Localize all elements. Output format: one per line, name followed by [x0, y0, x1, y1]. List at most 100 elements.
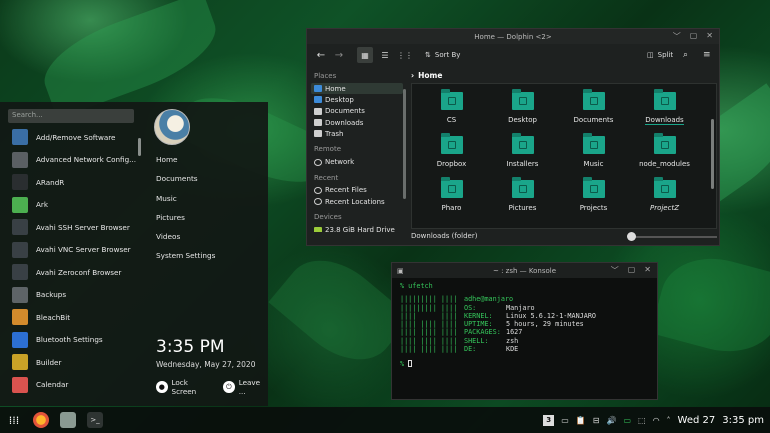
- search-icon[interactable]: ⌕: [683, 47, 688, 63]
- sort-button[interactable]: ⇅ Sort By: [425, 47, 460, 63]
- leave-icon[interactable]: ⏻: [223, 381, 235, 393]
- lock-icon[interactable]: ●: [156, 381, 168, 393]
- launcher-place-system-settings[interactable]: System Settings: [156, 251, 215, 270]
- status-bar: Downloads (folder): [411, 229, 717, 243]
- updates-icon[interactable]: ⬚: [638, 416, 646, 425]
- file-grid-scrollbar[interactable]: [711, 119, 714, 189]
- terminal-command-line: % ufetch: [400, 282, 649, 290]
- folder-item[interactable]: Desktop: [487, 89, 558, 136]
- app-list-item[interactable]: Avahi SSH Server Browser: [8, 216, 138, 239]
- app-list-item[interactable]: Advanced Network Config...: [8, 149, 138, 172]
- close-icon[interactable]: ✕: [706, 31, 713, 42]
- app-list-item[interactable]: Avahi Zeroconf Browser: [8, 261, 138, 284]
- launcher-place-documents[interactable]: Documents: [156, 174, 215, 193]
- app-list-item[interactable]: ARandR: [8, 171, 138, 194]
- app-list-item[interactable]: Add/Remove Software: [8, 126, 138, 149]
- display-icon[interactable]: ⊟: [593, 416, 600, 425]
- folder-item[interactable]: Installers: [487, 133, 558, 180]
- folder-item[interactable]: Documents: [558, 89, 629, 136]
- launcher-place-pictures[interactable]: Pictures: [156, 213, 215, 232]
- app-launcher-icon[interactable]: ⁞⁞⁞: [6, 412, 22, 428]
- storage-icon[interactable]: ▭: [561, 416, 569, 425]
- folder-item[interactable]: Dropbox: [416, 133, 487, 180]
- app-list-item-label: Ark: [36, 200, 49, 210]
- launcher-place-home[interactable]: Home: [156, 155, 215, 174]
- folder-item[interactable]: ProjectZ: [629, 177, 700, 224]
- folder-item[interactable]: Downloads: [629, 89, 700, 136]
- breadcrumb[interactable]: › Home: [411, 69, 717, 81]
- terminal-user-line: ||||||||| |||| adhe@manjaro: [400, 295, 649, 303]
- folder-label: Dropbox: [436, 160, 467, 168]
- lock-screen-button[interactable]: Lock Screen: [172, 378, 214, 396]
- sidebar-item-downloads[interactable]: Downloads: [311, 117, 403, 128]
- taskbar-time[interactable]: 3:35 pm: [722, 415, 764, 426]
- folder-label: Downloads: [645, 116, 684, 125]
- maximize-icon[interactable]: ▢: [690, 31, 698, 42]
- split-button[interactable]: ◫ Split: [647, 47, 673, 63]
- recent-icon: [314, 186, 322, 194]
- search-input[interactable]: Search...: [8, 109, 134, 123]
- volume-icon[interactable]: 🔊: [606, 416, 616, 425]
- sidebar-item-home[interactable]: Home: [311, 83, 403, 95]
- wifi-icon[interactable]: ◠: [653, 416, 660, 425]
- info-key: PACKAGES:: [464, 328, 501, 337]
- folder-item[interactable]: node_modules: [629, 133, 700, 180]
- show-hidden-icon[interactable]: ˄: [667, 416, 671, 425]
- avatar[interactable]: [154, 109, 190, 145]
- firefox-icon[interactable]: [33, 412, 49, 428]
- minimize-icon[interactable]: ﹀: [673, 31, 681, 42]
- terminal-icon[interactable]: >_: [87, 412, 103, 428]
- close-icon[interactable]: ✕: [644, 265, 651, 276]
- app-list-item[interactable]: BleachBit: [8, 306, 138, 329]
- battery-icon[interactable]: ▭: [623, 416, 631, 425]
- folder-item[interactable]: Projects: [558, 177, 629, 224]
- sidebar-item-trash[interactable]: Trash: [311, 128, 403, 139]
- icons-view-icon[interactable]: ▦: [357, 47, 373, 63]
- forward-arrow-icon[interactable]: →: [331, 47, 347, 63]
- app-list-item[interactable]: Builder: [8, 351, 138, 374]
- konsole-titlebar[interactable]: ▣ ~ : zsh — Konsole ﹀ ▢ ✕: [392, 263, 657, 278]
- places-scrollbar[interactable]: [403, 89, 406, 199]
- terminal-output[interactable]: % ufetch ||||||||| |||| adhe@manjaro |||…: [392, 278, 657, 373]
- clock-date: Wednesday, May 27, 2020: [156, 360, 256, 369]
- back-arrow-icon[interactable]: ←: [313, 47, 329, 63]
- app-list-item[interactable]: Backups: [8, 284, 138, 307]
- folder-icon: [653, 133, 676, 154]
- file-manager-icon[interactable]: [60, 412, 76, 428]
- launcher-place-videos[interactable]: Videos: [156, 232, 215, 251]
- folder-item[interactable]: Pharo: [416, 177, 487, 224]
- minimize-icon[interactable]: ﹀: [611, 265, 619, 276]
- sidebar-item-desktop[interactable]: Desktop: [311, 94, 403, 105]
- app-list-item[interactable]: Calendar: [8, 374, 138, 397]
- sidebar-item-documents[interactable]: Documents: [311, 106, 403, 117]
- clipboard-icon[interactable]: 📋: [576, 416, 586, 425]
- folder-item[interactable]: Music: [558, 133, 629, 180]
- sidebar-item-recent-files[interactable]: Recent Files: [311, 185, 403, 196]
- places-list: Home Documents Music Pictures Videos System S…: [156, 155, 215, 271]
- app-list-item[interactable]: Ark: [8, 194, 138, 217]
- app-list-scrollbar[interactable]: [138, 138, 141, 156]
- app-list-item[interactable]: Avahi VNC Server Browser: [8, 239, 138, 262]
- app-list-item-label: ARandR: [36, 177, 65, 187]
- maximize-icon[interactable]: ▢: [628, 265, 636, 276]
- user-host: adhe@manjaro: [464, 295, 514, 304]
- app-list-item[interactable]: Bluetooth Settings: [8, 329, 138, 352]
- leave-button[interactable]: Leave ...: [239, 378, 268, 396]
- details-view-icon[interactable]: ⋮⋮: [397, 47, 413, 63]
- taskbar-date[interactable]: Wed 27: [678, 415, 716, 426]
- bluetooth-icon: [12, 331, 28, 348]
- workspace-indicator[interactable]: 3: [543, 414, 555, 426]
- sidebar-item-recent-locations[interactable]: Recent Locations: [311, 196, 403, 207]
- launcher-place-music[interactable]: Music: [156, 194, 215, 213]
- folder-item[interactable]: CS: [416, 89, 487, 136]
- folder-item[interactable]: Pictures: [487, 177, 558, 224]
- breadcrumb-home[interactable]: Home: [418, 71, 442, 80]
- folder-icon: [314, 85, 322, 93]
- zoom-slider-track[interactable]: [629, 236, 717, 238]
- dolphin-titlebar[interactable]: Home — Dolphin <2> ﹀ ▢ ✕: [307, 29, 719, 44]
- sidebar-item-network[interactable]: Network: [311, 156, 403, 167]
- sidebar-item-23-8-gib-hard-drive[interactable]: 23.8 GiB Hard Drive: [311, 224, 403, 233]
- hamburger-menu-icon[interactable]: ≡: [703, 47, 711, 63]
- compact-view-icon[interactable]: ☰: [377, 47, 393, 63]
- zoom-slider-handle[interactable]: [627, 232, 636, 241]
